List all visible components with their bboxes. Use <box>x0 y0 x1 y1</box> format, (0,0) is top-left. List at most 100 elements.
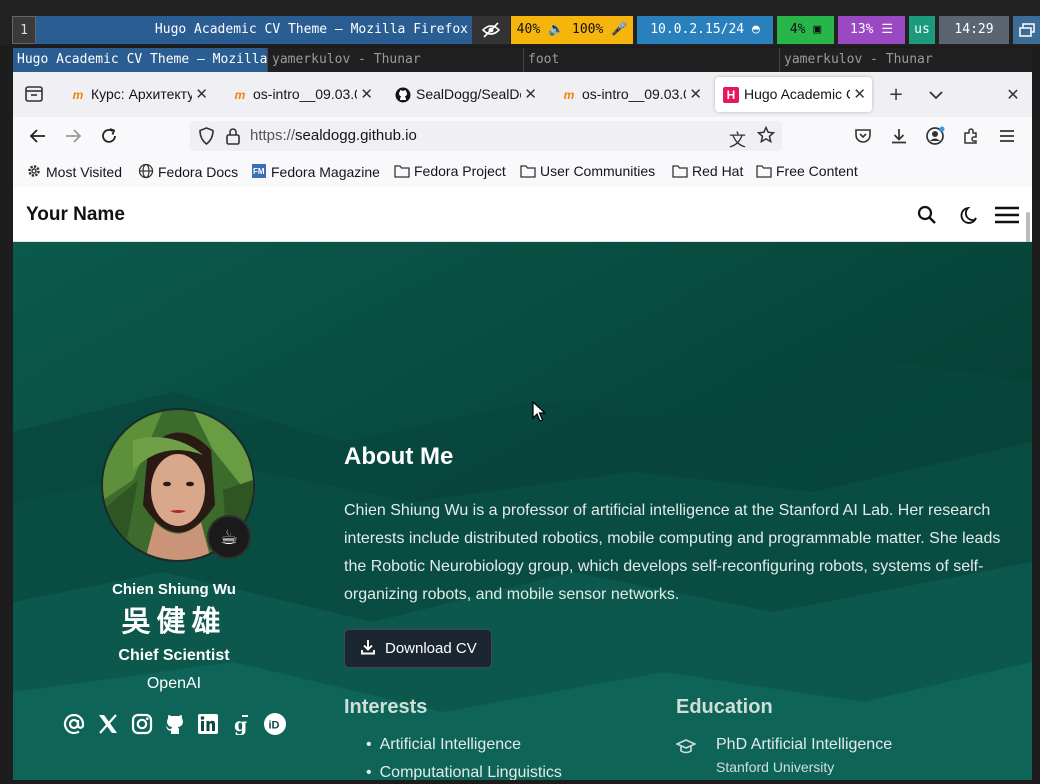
forward-icon[interactable] <box>62 125 84 147</box>
close-tab-icon[interactable]: ✕ <box>195 85 208 103</box>
cpu-percent: 4% <box>789 22 806 37</box>
browser-tab-4[interactable]: m os-intro__09.03.01 ✕ <box>553 77 708 112</box>
web-page: Your Name ☕ Chien Shiung Wu 吳健雄 Chief Sc… <box>13 187 1032 780</box>
window-switcher-icon[interactable] <box>1013 16 1040 44</box>
instagram-icon[interactable] <box>129 711 155 737</box>
close-tab-icon[interactable]: ✕ <box>524 85 537 103</box>
folder-icon <box>672 164 688 178</box>
tab-title: Курс: Архитектура компьютера <box>91 86 192 102</box>
bookmark-label: Red Hat <box>692 163 744 179</box>
close-window-icon[interactable]: ✕ <box>1001 83 1025 107</box>
window-tab-thunar[interactable]: yamerkulov - Thunar <box>267 48 523 72</box>
sway-tabbed-container: Hugo Academic CV Theme — Mozilla Firefox… <box>13 48 1032 72</box>
browser-tab-3[interactable]: SealDogg/SealDogg ✕ <box>387 77 543 112</box>
tab-title: os-intro__09.03.01 <box>582 86 686 102</box>
download-icon <box>361 639 375 655</box>
translate-icon[interactable]: 文 <box>729 126 746 151</box>
profile-name-chinese: 吳健雄 <box>121 604 227 638</box>
url-text: https://sealdogg.github.io <box>250 127 417 144</box>
download-cv-button[interactable]: Download CV <box>344 629 492 668</box>
graduation-cap-icon <box>675 738 697 756</box>
privacy-indicator-icon <box>472 16 510 44</box>
tab-strip: m Курс: Архитектура компьютера ✕ m os-in… <box>13 72 1032 117</box>
hamburger-menu-icon[interactable] <box>993 204 1021 226</box>
reload-icon[interactable] <box>98 125 120 147</box>
bookmark-star-icon[interactable] <box>756 125 776 148</box>
status-emoji-badge: ☕ <box>207 515 251 559</box>
interests-list: Artificial Intelligence Computational Li… <box>366 736 562 780</box>
list-item: Computational Linguistics <box>366 764 562 780</box>
navigation-toolbar: https://sealdogg.github.io 文 <box>13 117 1032 155</box>
about-bio: Chien Shiung Wu is a professor of artifi… <box>344 502 1001 603</box>
bookmark-fedora-docs[interactable]: Fedora Docs <box>138 163 238 180</box>
lock-icon[interactable] <box>225 127 241 149</box>
bookmark-free-content[interactable]: Free Content <box>756 163 858 179</box>
clock: 14:29 <box>939 16 1009 44</box>
memory-usage: 13% ☰ <box>838 16 905 44</box>
svg-text:g: g <box>234 714 247 735</box>
downloads-icon[interactable] <box>888 125 910 147</box>
url-scheme: https:// <box>250 127 296 144</box>
site-brand[interactable]: Your Name <box>26 204 125 226</box>
moodle-icon: m <box>72 88 84 102</box>
status-bar: 1 Hugo Academic CV Theme — Mozilla Firef… <box>0 0 1040 45</box>
audio-volume-status[interactable]: 40% 🔈 100% 🎤 <box>511 16 633 44</box>
fedora-magazine-icon: FM <box>251 163 267 178</box>
bookmark-fedora-project[interactable]: Fedora Project <box>394 163 506 179</box>
list-item: Artificial Intelligence <box>366 736 562 764</box>
hero-section: ☕ Chien Shiung Wu 吳健雄 Chief Scientist Op… <box>13 242 1032 780</box>
tracking-protection-shield-icon[interactable] <box>198 127 215 149</box>
about-heading: About Me <box>344 443 454 470</box>
tab-title: SealDogg/SealDogg <box>416 86 521 102</box>
bookmark-user-communities[interactable]: User Communities <box>520 163 655 179</box>
account-icon[interactable] <box>924 125 946 147</box>
profile-organization[interactable]: OpenAI <box>73 675 275 693</box>
bookmark-label: Fedora Project <box>414 163 506 179</box>
firefox-view-icon[interactable] <box>23 83 45 105</box>
pocket-icon[interactable] <box>852 125 874 147</box>
interests-heading: Interests <box>344 696 428 718</box>
app-menu-icon[interactable] <box>996 125 1018 147</box>
address-bar[interactable]: https://sealdogg.github.io 文 <box>190 121 782 151</box>
github-icon[interactable] <box>162 711 188 737</box>
bookmark-most-visited[interactable]: Most Visited <box>26 163 122 180</box>
memory-icon: ☰ <box>881 22 893 37</box>
cpu-icon: ▣ <box>813 22 822 37</box>
hugo-icon: H <box>723 87 739 103</box>
keyboard-layout[interactable]: us <box>909 16 935 44</box>
linkedin-icon[interactable] <box>195 711 221 737</box>
bookmark-red-hat[interactable]: Red Hat <box>672 163 743 179</box>
window-tab-foot[interactable]: foot <box>523 48 779 72</box>
workspace-indicator[interactable]: 1 <box>12 16 36 44</box>
list-all-tabs-chevron-icon[interactable] <box>924 83 948 107</box>
browser-tab-active[interactable]: H Hugo Academic CV Theme ✕ <box>715 77 872 112</box>
new-tab-icon[interactable]: + <box>884 83 908 107</box>
browser-tab-1[interactable]: m Курс: Архитектура компьютера ✕ <box>62 77 214 112</box>
bookmark-fedora-magazine[interactable]: FM Fedora Magazine <box>251 163 380 180</box>
browser-tab-2[interactable]: m os-intro__09.03.01 ✕ <box>224 77 379 112</box>
bookmarks-toolbar: Most Visited Fedora Docs FM Fedora Magazi… <box>13 156 1032 186</box>
github-icon <box>395 87 411 103</box>
tab-title: Hugo Academic CV Theme <box>744 86 850 102</box>
dark-mode-moon-icon[interactable] <box>959 204 981 226</box>
google-scholar-icon[interactable]: g <box>228 711 254 737</box>
close-tab-icon[interactable]: ✕ <box>853 85 866 103</box>
education-institution: Stanford University <box>716 759 835 775</box>
network-status[interactable]: 10.0.2.15/24 ◓ <box>637 16 773 44</box>
orcid-icon[interactable]: iD <box>262 711 288 737</box>
back-icon[interactable] <box>27 125 49 147</box>
wired-network-icon: ◓ <box>751 22 760 37</box>
at-icon[interactable] <box>61 711 87 737</box>
close-tab-icon[interactable]: ✕ <box>360 85 373 103</box>
extensions-icon[interactable] <box>960 125 982 147</box>
education-degree: PhD Artificial Intelligence <box>716 736 893 753</box>
search-icon[interactable] <box>916 204 938 226</box>
window-tab-firefox[interactable]: Hugo Academic CV Theme — Mozilla Firefox <box>13 48 267 72</box>
profile-name: Chien Shiung Wu <box>112 581 236 598</box>
x-icon[interactable] <box>95 711 121 737</box>
folder-icon <box>520 164 536 178</box>
globe-icon <box>138 163 154 179</box>
focused-window-title: Hugo Academic CV Theme — Mozilla Firefox <box>36 16 472 44</box>
close-tab-icon[interactable]: ✕ <box>689 85 702 103</box>
window-tab-thunar-2[interactable]: yamerkulov - Thunar <box>779 48 1032 72</box>
